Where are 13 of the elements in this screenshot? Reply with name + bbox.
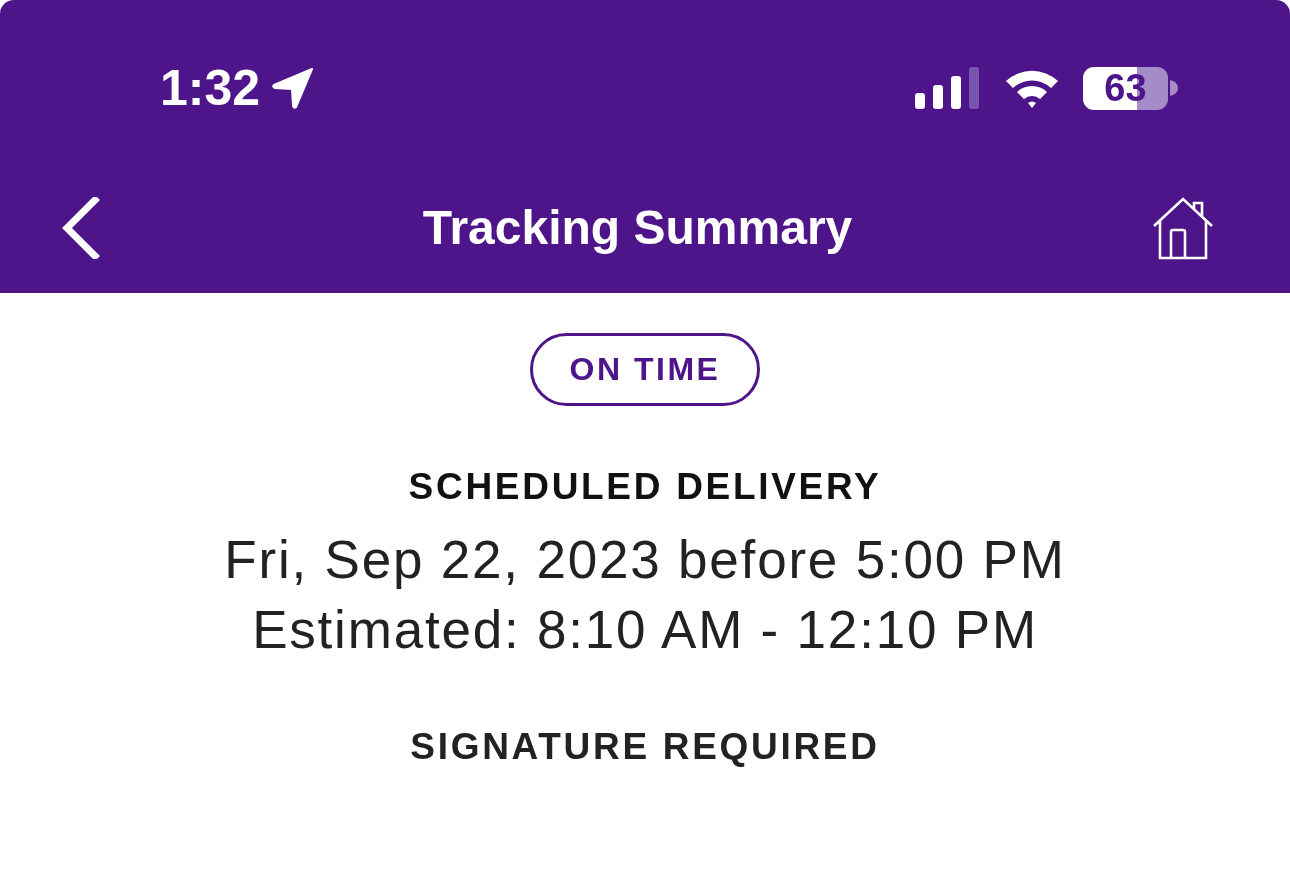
delivery-estimate: Estimated: 8:10 AM - 12:10 PM [252,599,1038,661]
home-icon[interactable] [1151,196,1215,260]
back-chevron-icon[interactable] [60,197,100,259]
signature-label: SIGNATURE REQUIRED [410,725,880,769]
battery-percentage: 63 [1083,66,1168,110]
battery-cap-icon [1170,80,1178,96]
status-time: 1:32 [160,63,261,113]
signal-bars-icon [915,67,979,109]
screen-title: Tracking Summary [422,201,853,255]
location-arrow-icon [272,67,315,109]
delivery-heading: SCHEDULED DELIVERY [408,465,882,509]
status-badge: ON TIME [529,333,761,406]
delivery-date: Fri, Sep 22, 2023 before 5:00 PM [224,529,1066,591]
